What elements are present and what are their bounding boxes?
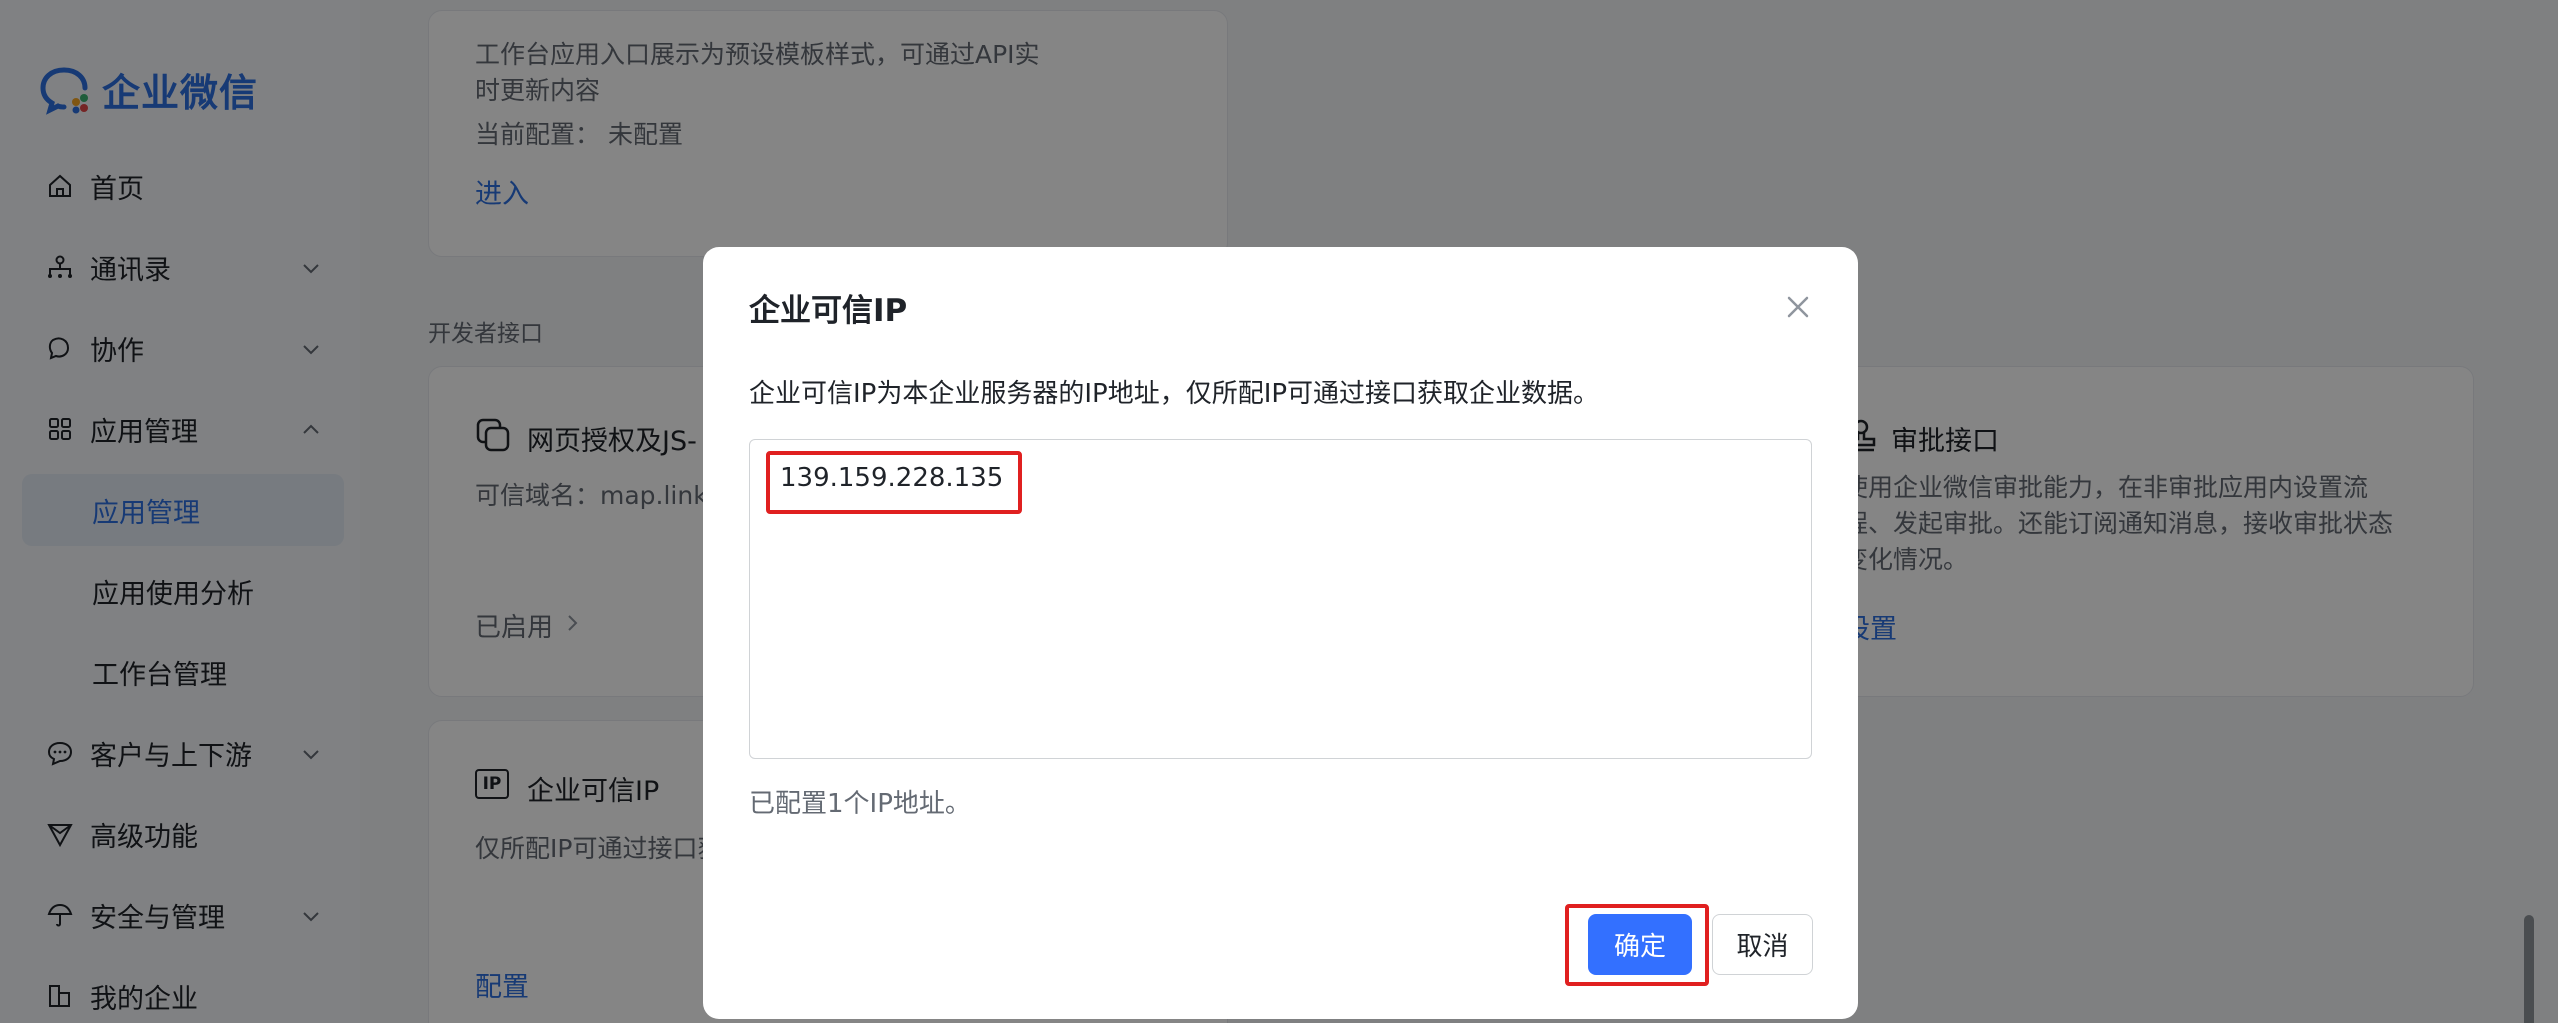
- ip-count-status: 已配置1个IP地址。: [749, 789, 971, 819]
- dialog-description: 企业可信IP为本企业服务器的IP地址，仅所配IP可通过接口获取企业数据。: [749, 379, 1600, 409]
- app-root: 企业微信 首页 通讯录 协作 应用管理 应用管理 应用使用分析 工作台管理 客户…: [0, 0, 2558, 1023]
- trusted-ip-dialog: 企业可信IP 企业可信IP为本企业服务器的IP地址，仅所配IP可通过接口获取企业…: [703, 247, 1858, 1019]
- cancel-button[interactable]: 取消: [1712, 914, 1813, 975]
- close-icon[interactable]: [1783, 292, 1813, 322]
- confirm-button[interactable]: 确定: [1588, 914, 1692, 975]
- dialog-title: 企业可信IP: [749, 293, 908, 329]
- ip-address-input[interactable]: 139.159.228.135: [749, 439, 1812, 759]
